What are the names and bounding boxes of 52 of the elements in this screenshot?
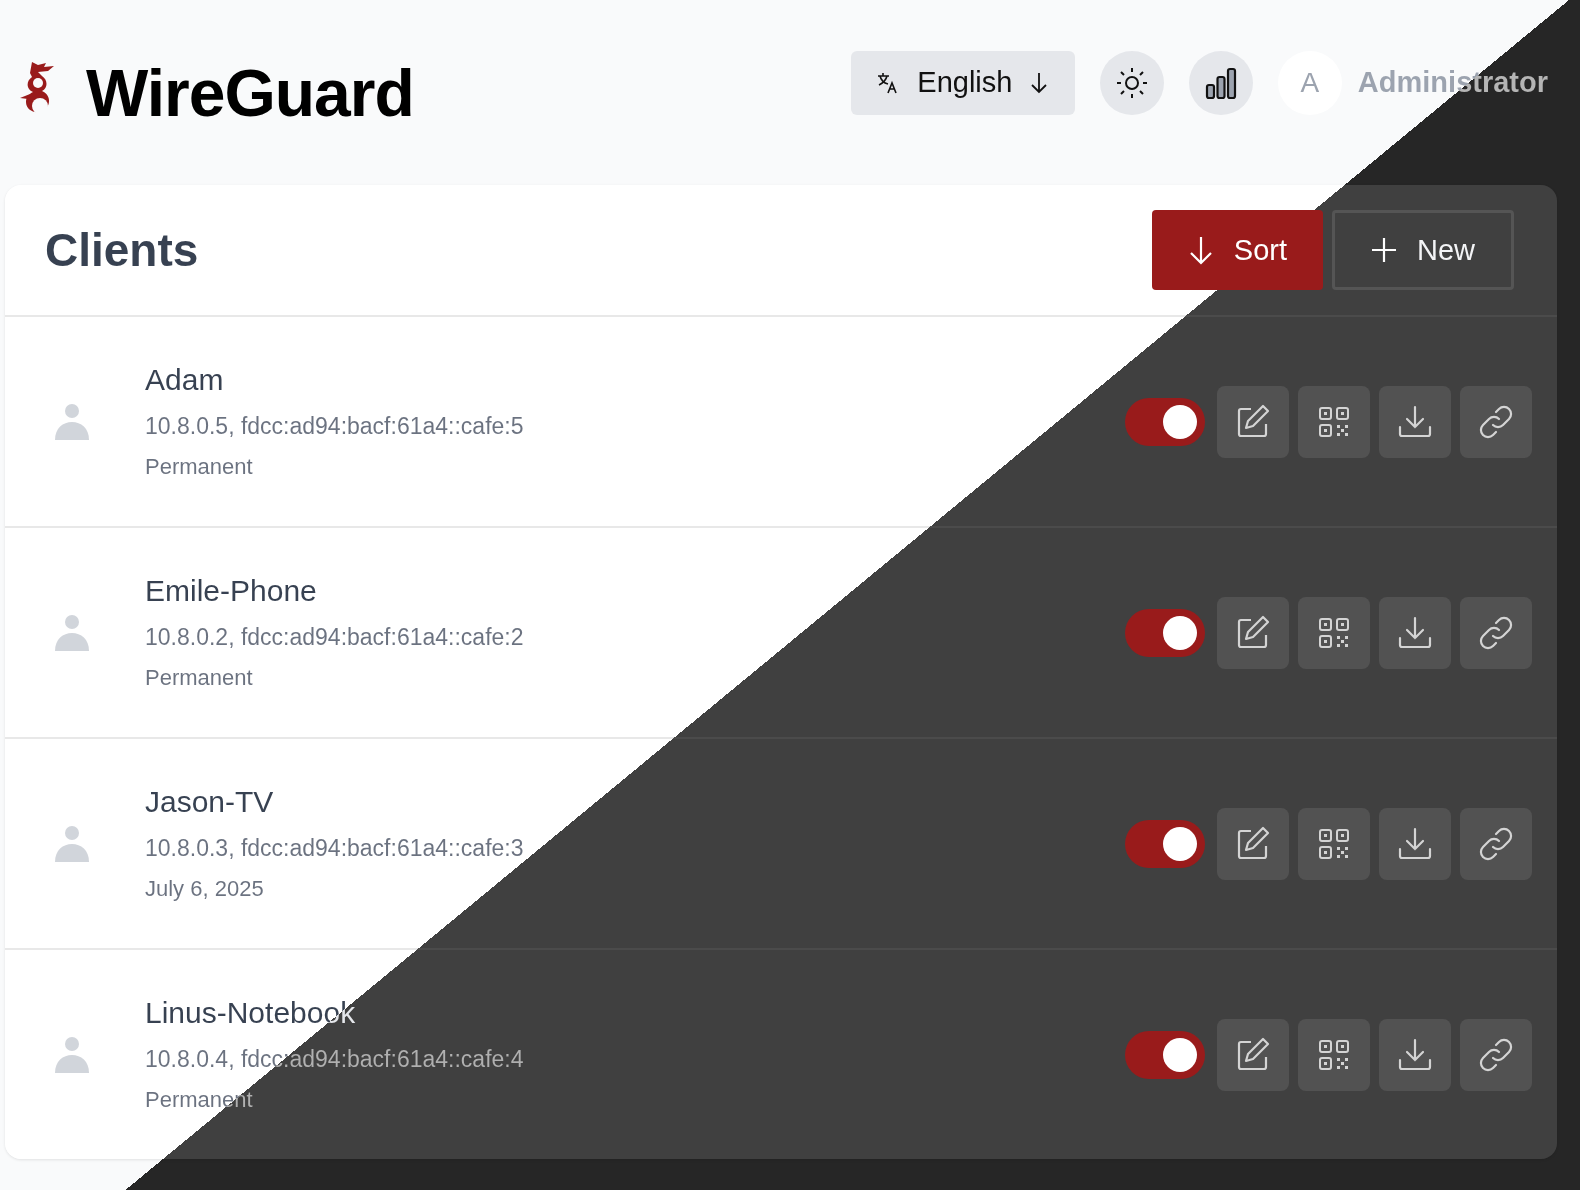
client-addresses: 10.8.0.2, fdcc:ad94:bacf:61a4::cafe:2 [145,624,524,651]
enable-toggle[interactable] [1125,397,1205,446]
sort-button[interactable]: Sort [1151,210,1323,290]
client-addresses: 10.8.0.5, fdcc:ad94:bacf:61a4::cafe:5 [145,413,524,440]
link-button[interactable] [1460,807,1532,880]
bar-chart-icon [1203,65,1238,100]
download-button[interactable] [1379,1018,1451,1091]
person-icon [53,1034,91,1075]
sun-icon [1114,65,1149,100]
edit-button[interactable] [1217,385,1289,458]
edit-icon [1235,614,1271,651]
arrow-down-icon [1030,71,1049,94]
link-button[interactable] [1460,596,1532,669]
link-button[interactable] [1460,385,1532,458]
edit-icon [1235,1036,1271,1073]
qr-code-button[interactable] [1298,596,1370,669]
link-icon [1478,1036,1514,1073]
edit-button[interactable] [1217,1018,1289,1091]
link-icon [1478,614,1514,651]
link-icon [1478,403,1514,440]
qr-code-icon [1318,1038,1350,1071]
qr-code-icon [1318,616,1350,649]
download-button[interactable] [1379,596,1451,669]
enable-toggle[interactable] [1125,819,1205,868]
edit-button[interactable] [1217,807,1289,880]
qr-code-icon [1318,827,1350,860]
arrow-down-icon [1187,235,1214,265]
person-icon [53,401,91,442]
enable-toggle[interactable] [1125,608,1205,657]
person-icon [53,612,91,653]
enable-toggle[interactable] [1125,1030,1205,1079]
edit-icon [1235,825,1271,862]
plus-icon [1371,237,1397,263]
download-icon [1397,826,1433,861]
download-button[interactable] [1379,807,1451,880]
edit-icon [1235,403,1271,440]
qr-code-button[interactable] [1298,1018,1370,1091]
language-button[interactable]: English [850,50,1075,115]
download-icon [1397,615,1433,650]
person-icon [53,823,91,864]
download-button[interactable] [1379,385,1451,458]
download-icon [1397,404,1433,439]
translate-icon [877,71,900,94]
link-icon [1478,825,1514,862]
client-addresses: 10.8.0.3, fdcc:ad94:bacf:61a4::cafe:3 [145,835,524,862]
qr-code-button[interactable] [1298,385,1370,458]
link-button[interactable] [1460,1018,1532,1091]
edit-button[interactable] [1217,596,1289,669]
qr-code-icon [1318,405,1350,438]
new-client-button[interactable]: New [1332,210,1514,290]
download-icon [1397,1037,1433,1072]
qr-code-button[interactable] [1298,807,1370,880]
